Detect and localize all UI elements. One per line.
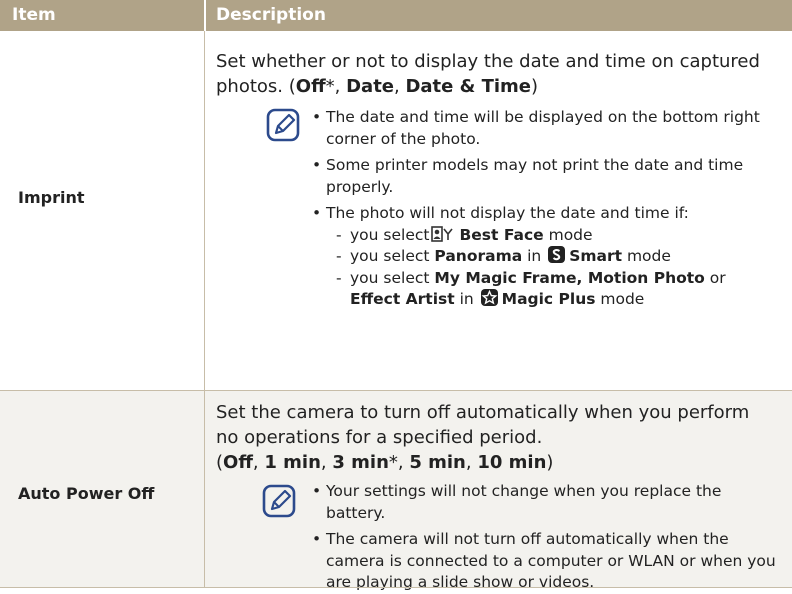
- note-list: The date and time will be displayed on t…: [312, 107, 760, 311]
- option-off: Off: [295, 76, 326, 97]
- note-list: Your settings will not change when you r…: [312, 481, 776, 594]
- column-divider: [204, 391, 205, 588]
- table-row-auto-power-off: Auto Power Off Set the camera to turn of…: [0, 391, 792, 591]
- option-1-min: 1 min: [264, 452, 321, 473]
- column-divider: [204, 31, 205, 390]
- header-description: Description: [216, 5, 326, 25]
- smart-mode-icon: [548, 246, 566, 263]
- option-5-min: 5 min: [409, 452, 466, 473]
- intro-line: no operations for a specified period.: [216, 427, 543, 448]
- list-item: The photo will not display the date and …: [312, 203, 760, 225]
- option-date: Date: [346, 76, 395, 97]
- description-intro: Set the camera to turn off automatically…: [216, 400, 786, 475]
- option-off: Off: [223, 452, 253, 473]
- item-label: Auto Power Off: [18, 484, 155, 503]
- table-row-imprint: Imprint Set whether or not to display th…: [0, 31, 792, 390]
- table-header: Item Description: [0, 0, 792, 31]
- intro-options: (Off, 1 min, 3 min*, 5 min, 10 min): [216, 452, 554, 473]
- list-subitem: you select Panorama in Smart mode: [312, 246, 760, 268]
- list-item: Some printer models may not print the da…: [312, 155, 760, 198]
- magic-plus-mode-icon: [480, 289, 498, 306]
- header-divider: [204, 0, 206, 31]
- list-item: Your settings will not change when you r…: [312, 481, 776, 524]
- header-item: Item: [12, 5, 56, 25]
- list-subitem: you selectBest Face mode: [312, 225, 760, 247]
- description-intro: Set whether or not to display the date a…: [216, 49, 786, 99]
- list-item: The date and time will be displayed on t…: [312, 107, 760, 150]
- best-face-mode-icon: [431, 225, 454, 242]
- intro-line: Set the camera to turn off automatically…: [216, 402, 750, 423]
- option-date-time: Date & Time: [405, 76, 532, 97]
- option-10-min: 10 min: [477, 452, 547, 473]
- intro-line: Set whether or not to display the date a…: [216, 51, 760, 72]
- note-pencil-icon: [262, 484, 296, 518]
- note-pencil-icon: [266, 108, 300, 142]
- list-item: The camera will not turn off automatical…: [312, 529, 776, 594]
- list-subitem: you select My Magic Frame, Motion Photo …: [312, 268, 760, 311]
- item-label: Imprint: [18, 188, 85, 207]
- intro-options: photos. (Off*, Date, Date & Time): [216, 76, 539, 97]
- option-3-min: 3 min: [332, 452, 389, 473]
